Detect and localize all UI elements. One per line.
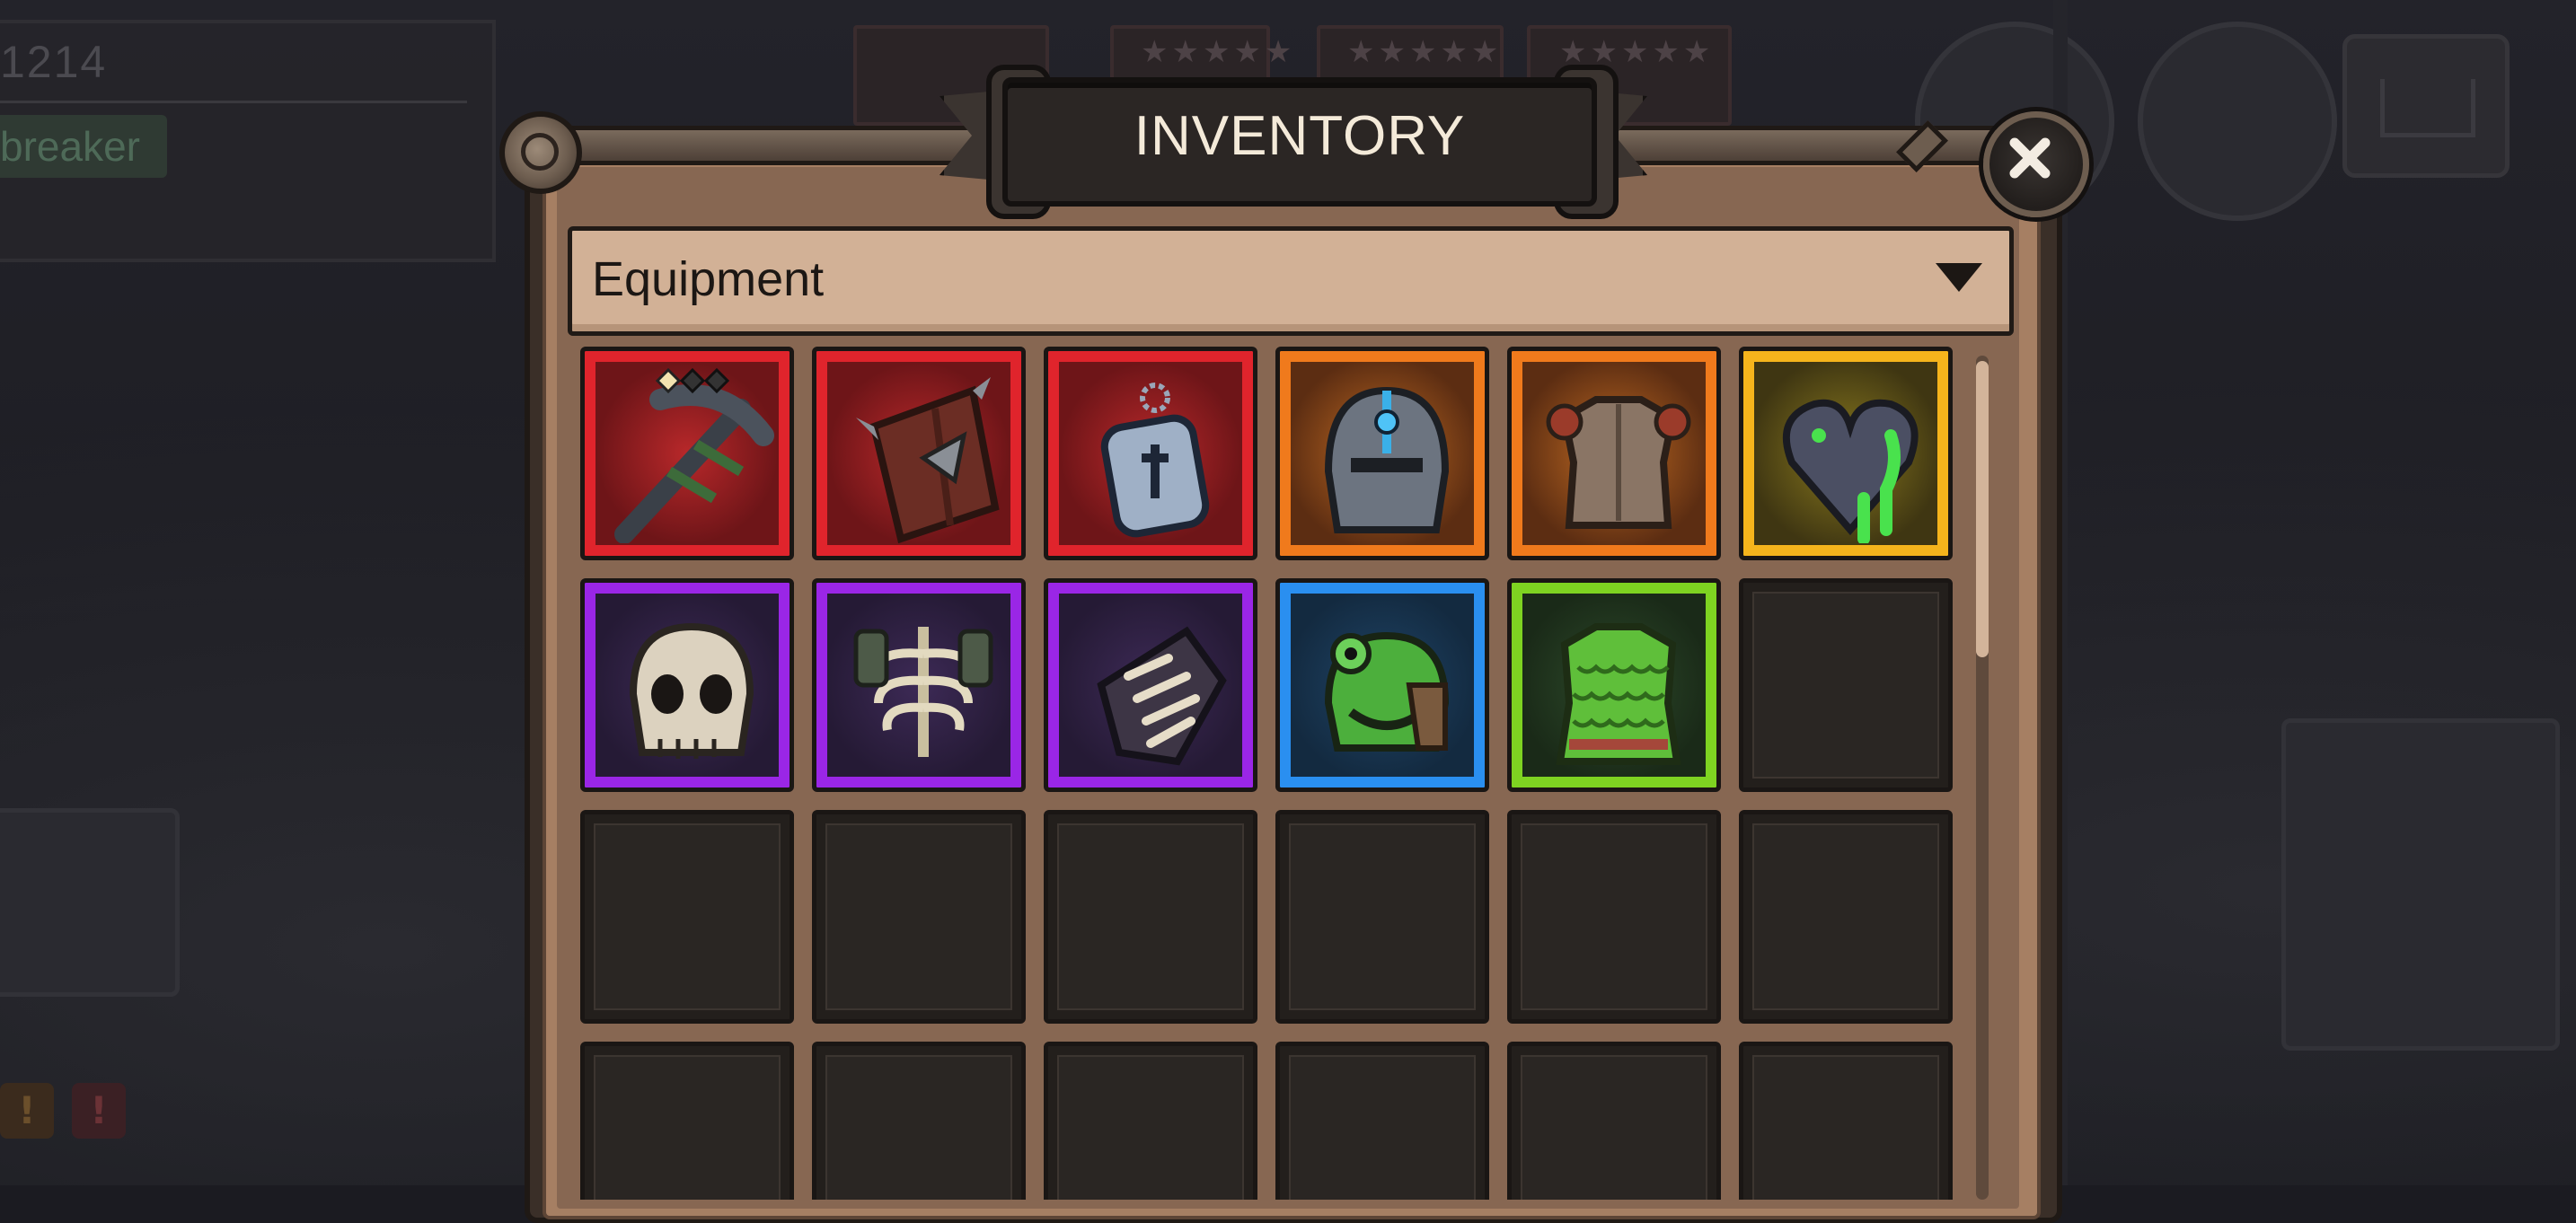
scale-mail-icon [1556, 623, 1681, 765]
panel-divider [0, 101, 467, 103]
empty-inventory-slot[interactable] [1275, 1042, 1489, 1200]
empty-inventory-slot[interactable] [812, 1042, 1026, 1200]
empty-inventory-slot[interactable] [1275, 810, 1489, 1024]
background-building-icon [0, 808, 180, 997]
background-stars-icon: ★★★★★ [1141, 34, 1296, 70]
steel-chestplate-icon [1546, 396, 1691, 529]
background-stars-icon: ★★★★★ [1347, 34, 1503, 70]
background-alert-icon: ! [0, 1083, 54, 1139]
category-dropdown[interactable]: Equipment [568, 226, 2014, 336]
empty-inventory-slot[interactable] [812, 810, 1026, 1024]
empty-inventory-slot[interactable] [1044, 1042, 1257, 1200]
dog-tag-amulet-icon [1100, 383, 1210, 538]
inventory-slot[interactable] [1044, 347, 1257, 560]
frog-helm-icon [1324, 631, 1450, 752]
spiked-wooden-shield-icon [856, 377, 1000, 543]
thorned-pickaxe-icon [614, 384, 774, 543]
background-building-icon [2281, 718, 2560, 1051]
category-dropdown-value: Equipment [592, 252, 825, 306]
empty-inventory-slot[interactable] [1739, 810, 1953, 1024]
background-alert-icon: ! [72, 1083, 126, 1139]
empty-inventory-slot[interactable] [580, 1042, 794, 1200]
background-shield-emblem-icon [2138, 22, 2337, 221]
player-stat-value: 1214 [0, 37, 108, 87]
close-button[interactable] [1983, 111, 2089, 217]
bone-gauntlet-icon [1097, 626, 1227, 766]
inventory-slot[interactable] [812, 578, 1026, 792]
chevron-down-icon [1936, 263, 1982, 292]
inventory-slot[interactable] [1507, 347, 1721, 560]
great-helm-icon [1324, 386, 1450, 533]
upgrade-pips-icon [655, 367, 730, 394]
window-title: INVENTORY [1134, 105, 1466, 167]
close-icon [2009, 137, 2051, 179]
inventory-slot[interactable] [812, 347, 1026, 560]
empty-inventory-slot[interactable] [1739, 578, 1953, 792]
inventory-grid [580, 347, 1978, 1200]
inventory-slot[interactable] [1739, 347, 1953, 560]
skull-helm-icon [629, 622, 754, 759]
inventory-slot[interactable] [580, 578, 794, 792]
ribcage-armor-icon [853, 627, 993, 757]
empty-inventory-slot[interactable] [1507, 1042, 1721, 1200]
inventory-slot[interactable] [1044, 578, 1257, 792]
inventory-slot[interactable] [1507, 578, 1721, 792]
empty-inventory-slot[interactable] [1739, 1042, 1953, 1200]
rod-knob-icon [499, 111, 582, 194]
player-name: breaker [0, 123, 140, 170]
empty-inventory-slot[interactable] [580, 810, 794, 1024]
empty-inventory-slot[interactable] [1044, 810, 1257, 1024]
empty-inventory-slot[interactable] [1507, 810, 1721, 1024]
inventory-slot[interactable] [1275, 347, 1489, 560]
inventory-slot[interactable] [580, 347, 794, 560]
inventory-scrollbar-thumb[interactable] [1976, 361, 1989, 657]
slimy-heart-icon [1782, 399, 1919, 543]
inventory-slot[interactable] [1275, 578, 1489, 792]
background-mail-flap [2380, 79, 2475, 137]
